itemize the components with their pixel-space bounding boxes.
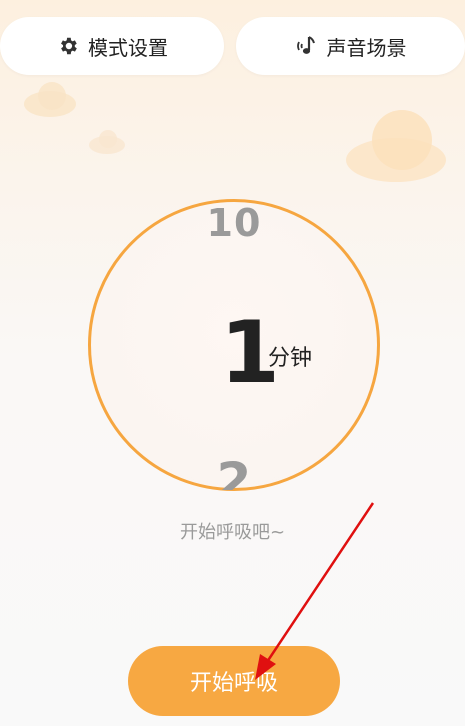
dial-tick-next: 2 xyxy=(216,456,252,490)
duration-unit: 分钟 xyxy=(268,346,313,371)
mode-settings-button[interactable]: 模式设置 xyxy=(0,17,224,75)
mode-settings-label: 模式设置 xyxy=(88,35,168,60)
gear-icon xyxy=(56,34,80,58)
cloud-decoration-left xyxy=(24,82,76,117)
cloud-decoration-right xyxy=(346,110,446,182)
sound-scene-label: 声音场景 xyxy=(326,35,407,60)
duration-dial[interactable]: 10 1 分钟 2 xyxy=(88,199,380,491)
sound-scene-button[interactable]: 声音场景 xyxy=(236,17,465,75)
hint-text: 开始呼吸吧~ xyxy=(179,522,286,543)
music-note-icon xyxy=(295,34,319,58)
cloud-decoration-small xyxy=(89,130,125,154)
start-breathing-button[interactable]: 开始呼吸 xyxy=(128,646,340,716)
